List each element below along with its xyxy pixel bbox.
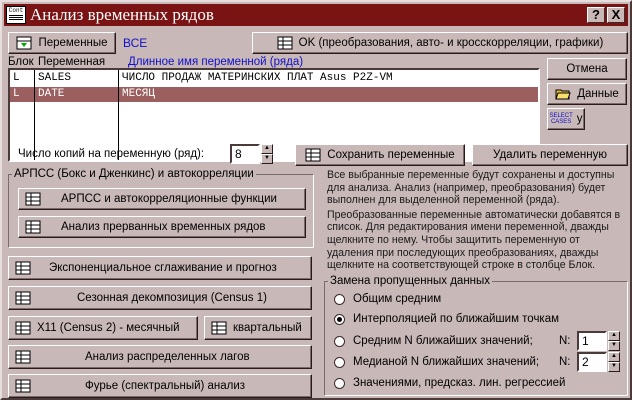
interrupted-series-label: Анализ прерванных временных рядов xyxy=(61,221,266,233)
radio-mean-n[interactable]: Средним N ближайших значений; xyxy=(334,335,533,347)
arima-group-title: АРПСС (Бокс и Дженкинс) и автокорреляции xyxy=(12,168,256,180)
median-n-label: N: xyxy=(559,356,571,368)
info-text: Все выбранные переменные будут сохранены… xyxy=(327,169,627,274)
quarterly-label: квартальный xyxy=(233,322,302,334)
dialog-window: Cont Анализ временных рядов ? X Переменн… xyxy=(0,0,632,400)
x11-quarterly-button[interactable]: квартальный xyxy=(204,316,312,340)
stepper-up-icon[interactable]: ▲ xyxy=(261,144,273,154)
data-label: Данные xyxy=(577,88,619,100)
stepper-up-icon[interactable]: ▲ xyxy=(608,331,620,341)
close-button[interactable]: X xyxy=(607,7,625,23)
select-cases-label: у xyxy=(576,113,583,125)
x11-monthly-button[interactable]: X11 (Census 2) - месячный xyxy=(8,316,198,340)
table-icon xyxy=(15,261,31,275)
table-icon xyxy=(15,350,31,364)
radio-icon xyxy=(334,293,345,305)
header-variable: Переменная xyxy=(38,56,106,68)
info-paragraph-1: Все выбранные переменные будут сохранены… xyxy=(327,169,615,207)
app-icon: Cont xyxy=(6,6,26,24)
median-n-stepper[interactable]: ▲ ▼ xyxy=(608,352,620,372)
variables-label: Переменные xyxy=(38,37,108,49)
cancel-button[interactable]: Отмена xyxy=(547,58,627,80)
arima-button[interactable]: АРПСС и автокорреляционные функции xyxy=(18,188,306,210)
help-button[interactable]: ? xyxy=(587,7,605,23)
lags-label: Анализ распределенных лагов xyxy=(85,351,250,363)
copies-input[interactable]: 8 xyxy=(230,144,260,164)
mean-n-input[interactable]: 1 xyxy=(577,331,607,351)
radio-median-n[interactable]: Медианой N ближайших значений; xyxy=(334,356,539,368)
mean-n-stepper[interactable]: ▲ ▼ xyxy=(608,331,620,351)
fourier-label: Фурье (спектральный) анализ xyxy=(85,380,246,392)
radio-regression[interactable]: Значениями, предсказ. лин. регрессией xyxy=(334,377,565,389)
data-button[interactable]: Данные xyxy=(547,83,627,105)
exp-smoothing-label: Экспоненциальное сглаживание и прогноз xyxy=(49,262,277,274)
radio-label: Общим средним xyxy=(353,293,442,305)
variables-icon xyxy=(16,36,32,50)
table-icon xyxy=(15,379,31,393)
list-row-selected[interactable]: L DATE МЕСЯЦ xyxy=(10,87,538,102)
radio-icon xyxy=(334,356,345,368)
radio-label: Медианой N ближайших значений; xyxy=(353,356,540,368)
stepper-down-icon[interactable]: ▼ xyxy=(608,362,620,372)
header-block: Блок xyxy=(8,56,34,68)
row-block: L xyxy=(13,72,20,84)
missing-data-title: Замена пропущенных данных xyxy=(328,275,493,287)
variables-button[interactable]: Переменные xyxy=(8,32,116,54)
radio-interpolation[interactable]: Интерполяцией по ближайшим точкам xyxy=(334,313,559,325)
radio-overall-mean[interactable]: Общим средним xyxy=(334,293,441,305)
radio-label: Интерполяцией по ближайшим точкам xyxy=(353,313,560,325)
column-divider xyxy=(34,70,35,160)
radio-icon xyxy=(334,335,345,347)
row-longname: ЧИСЛО ПРОДАЖ МАТЕРИНСКИХ ПЛАТ Asus P2Z-V… xyxy=(122,72,393,84)
exp-smoothing-button[interactable]: Экспоненциальное сглаживание и прогноз xyxy=(8,256,312,280)
table-icon xyxy=(15,321,31,335)
mean-n-label: N: xyxy=(559,335,571,347)
ok-button[interactable]: OK (преобразования, авто- и кросскорреля… xyxy=(252,32,628,54)
copies-label: Число копий на переменную (ряд): xyxy=(18,148,205,160)
table-icon xyxy=(211,321,227,335)
stepper-up-icon[interactable]: ▲ xyxy=(608,352,620,362)
copies-stepper[interactable]: ▲ ▼ xyxy=(261,144,273,164)
radio-label: Средним N ближайших значений; xyxy=(353,335,533,347)
stepper-down-icon[interactable]: ▼ xyxy=(261,154,273,164)
x11-monthly-label: X11 (Census 2) - месячный xyxy=(37,322,180,334)
table-icon xyxy=(25,192,41,206)
row-longname: МЕСЯЦ xyxy=(122,88,156,100)
radio-selected-icon xyxy=(334,313,345,325)
info-paragraph-2: Преобразованные переменные автоматически… xyxy=(327,208,621,272)
row-variable: DATE xyxy=(38,88,65,100)
save-variables-button[interactable]: Сохранить переменные xyxy=(295,144,465,166)
variables-value: ВСЕ xyxy=(123,36,148,50)
seasonal-label: Сезонная декомпозиция (Census 1) xyxy=(77,292,267,304)
stepper-down-icon[interactable]: ▼ xyxy=(608,341,620,351)
list-row[interactable]: L SALES ЧИСЛО ПРОДАЖ МАТЕРИНСКИХ ПЛАТ As… xyxy=(10,71,538,86)
radio-icon xyxy=(334,377,345,389)
select-cases-icon: SELECT CASES xyxy=(549,113,573,125)
fourier-analysis-button[interactable]: Фурье (спектральный) анализ xyxy=(8,374,312,398)
column-divider xyxy=(118,70,119,160)
delete-variable-button[interactable]: Удалить переменную xyxy=(472,144,628,166)
row-variable: SALES xyxy=(38,72,72,84)
seasonal-decomposition-button[interactable]: Сезонная декомпозиция (Census 1) xyxy=(8,286,312,310)
radio-label: Значениями, предсказ. лин. регрессией xyxy=(353,377,566,389)
interrupted-series-button[interactable]: Анализ прерванных временных рядов xyxy=(18,216,306,238)
table-icon xyxy=(15,291,31,305)
title-bar[interactable]: Cont Анализ временных рядов ? X xyxy=(4,4,628,26)
table-icon xyxy=(277,36,293,50)
save-variables-label: Сохранить переменные xyxy=(327,149,455,161)
table-icon xyxy=(25,220,41,234)
distributed-lags-button[interactable]: Анализ распределенных лагов xyxy=(8,345,312,369)
median-n-input[interactable]: 2 xyxy=(577,352,607,372)
row-block: L xyxy=(13,88,20,100)
window-title: Анализ временных рядов xyxy=(30,5,214,24)
ok-label: OK (преобразования, авто- и кросскорреля… xyxy=(298,37,604,49)
header-longname: Длинное имя переменной (ряда) xyxy=(128,56,304,68)
select-cases-button[interactable]: SELECT CASES у xyxy=(547,108,585,130)
folder-icon xyxy=(555,89,571,100)
arima-label: АРПСС и автокорреляционные функции xyxy=(61,193,277,205)
table-icon xyxy=(305,148,321,162)
